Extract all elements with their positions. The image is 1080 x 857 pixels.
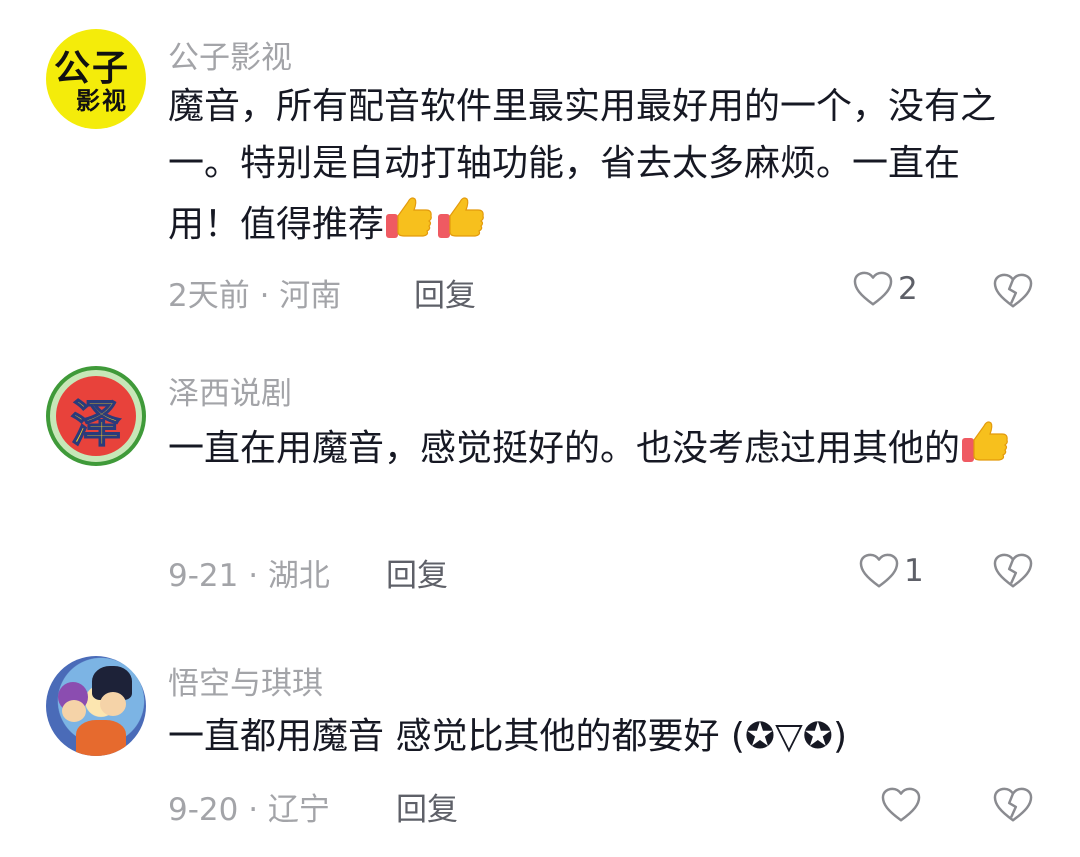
comment-text: 一直在用魔音，感觉挺好的。也没考虑过用其他的 bbox=[168, 416, 1028, 477]
comment-body: 一直在用魔音，感觉挺好的。也没考虑过用其他的 bbox=[168, 428, 961, 469]
reply-button[interactable]: 回复 bbox=[396, 784, 458, 829]
comment-text: 一直都用魔音 感觉比其他的都要好 (✪▽✪) bbox=[168, 708, 1028, 765]
broken-heart-icon[interactable] bbox=[992, 552, 1034, 590]
time-location: 9-21 · 湖北 bbox=[168, 558, 330, 594]
like-button[interactable]: 1 bbox=[858, 552, 924, 590]
heart-outline-icon bbox=[858, 552, 900, 590]
username[interactable]: 泽西说剧 bbox=[168, 368, 292, 413]
comment-body: 魔音，所有配音软件里最实用最好用的一个，没有之一。特别是自动打轴功能，省去太多麻… bbox=[168, 86, 997, 245]
time-location: 9-20 · 辽宁 bbox=[168, 792, 330, 828]
comment-text: 魔音，所有配音软件里最实用最好用的一个，没有之一。特别是自动打轴功能，省去太多麻… bbox=[168, 78, 1028, 253]
heart-outline-icon bbox=[880, 786, 922, 824]
avatar[interactable]: 泽 bbox=[46, 366, 146, 466]
reply-button[interactable]: 回复 bbox=[386, 550, 448, 595]
thumbs-up-emoji bbox=[436, 192, 488, 244]
thumbs-up-emoji bbox=[384, 192, 436, 244]
like-button[interactable]: 2 bbox=[852, 270, 918, 308]
broken-heart-icon[interactable] bbox=[992, 272, 1034, 310]
like-button[interactable] bbox=[880, 786, 922, 824]
broken-heart-icon[interactable] bbox=[992, 786, 1034, 824]
avatar-text: 泽 bbox=[70, 394, 122, 454]
like-count: 1 bbox=[904, 553, 924, 589]
thumbs-up-emoji bbox=[960, 416, 1012, 468]
avatar-text: 影视 bbox=[76, 87, 128, 115]
username[interactable]: 公子影视 bbox=[168, 32, 292, 77]
reply-button[interactable]: 回复 bbox=[414, 270, 476, 315]
heart-outline-icon bbox=[852, 270, 894, 308]
username[interactable]: 悟空与琪琪 bbox=[168, 658, 323, 703]
comment-body: 一直都用魔音 感觉比其他的都要好 (✪▽✪) bbox=[168, 716, 847, 757]
avatar[interactable]: 公子 影视 bbox=[46, 29, 146, 129]
time-location: 2天前 · 河南 bbox=[168, 278, 342, 314]
avatar[interactable] bbox=[46, 656, 146, 756]
like-count: 2 bbox=[898, 271, 918, 307]
